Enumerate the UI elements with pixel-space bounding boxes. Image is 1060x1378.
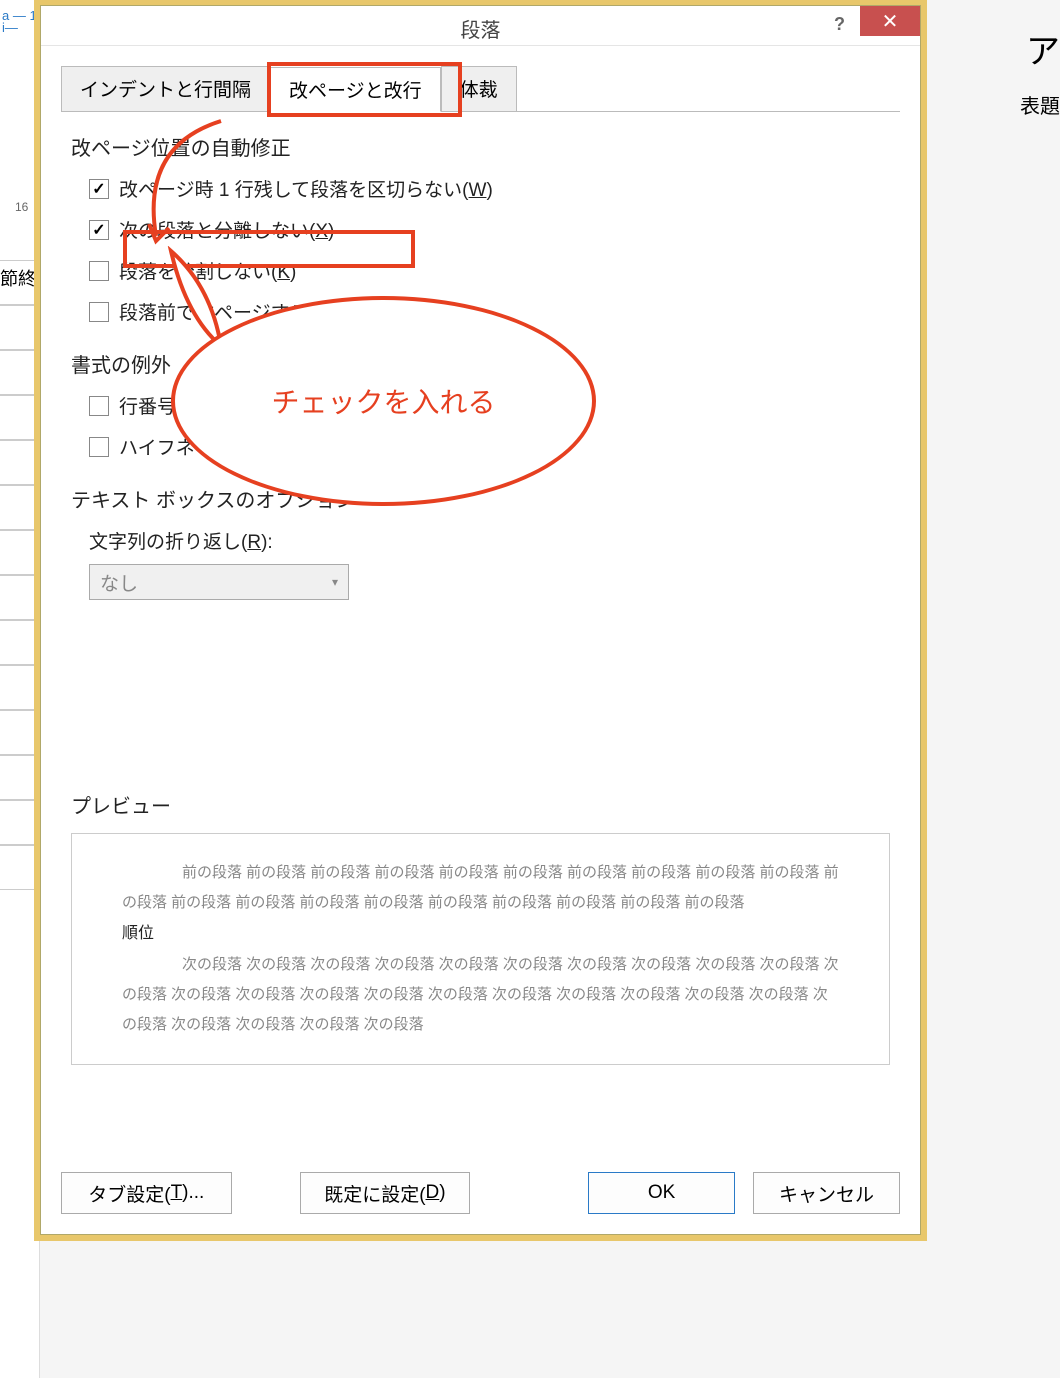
table-cell <box>0 395 40 440</box>
dropdown-value: なし <box>100 569 138 596</box>
ok-button[interactable]: OK <box>588 1172 735 1214</box>
checkbox-label: 改ページ時 1 行残して段落を区切らない(W) <box>119 175 493 202</box>
table-cell <box>0 440 40 485</box>
table-cell <box>0 305 40 350</box>
checkbox-label: 段落前で改ページする(B) <box>119 298 334 325</box>
background-left-panel: a — 1 i— 16 <box>0 0 40 1378</box>
button-row: タブ設定(T)... 既定に設定(D) OK キャンセル <box>61 1172 900 1214</box>
checkbox-keep-lines-together[interactable] <box>89 261 109 281</box>
dialog-title: 段落 <box>461 14 501 43</box>
section-textbox-options: テキスト ボックスのオプション 文字列の折り返し(R): なし ▾ <box>71 484 890 600</box>
table-cell <box>0 845 40 890</box>
checkbox-widow-orphan[interactable] <box>89 179 109 199</box>
checkbox-label: 次の段落と分離しない(X) <box>119 216 334 243</box>
close-button[interactable]: ✕ <box>860 6 920 36</box>
close-icon: ✕ <box>882 9 899 34</box>
table-cell <box>0 575 40 620</box>
checkbox-suppress-line-numbers[interactable] <box>89 396 109 416</box>
section-title-pagination: 改ページ位置の自動修正 <box>71 132 890 161</box>
background-text-left: 節終 <box>0 265 36 291</box>
tab-bar: インデントと行間隔 改ページと改行 体裁 <box>41 46 920 111</box>
preview-current-paragraph: 順位 <box>122 918 839 950</box>
table-cell <box>0 620 40 665</box>
titlebar: 段落 ? ✕ <box>41 6 920 46</box>
dropdown-label: 文字列の折り返し(R): <box>89 527 890 554</box>
ruler-number: 16 <box>15 200 28 214</box>
checkbox-page-break-before[interactable] <box>89 302 109 322</box>
table-cell <box>0 710 40 755</box>
section-preview: プレビュー 前の段落 前の段落 前の段落 前の段落 前の段落 前の段落 前の段落… <box>71 790 890 1065</box>
checkbox-label: ハイフネーションなし(D) <box>119 433 335 460</box>
paragraph-dialog: 段落 ? ✕ インデントと行間隔 改ページと改行 体裁 改ページ位置の自動修正 … <box>40 5 921 1235</box>
checkbox-label: 段落を分割しない(K) <box>119 257 296 284</box>
section-title-textbox: テキスト ボックスのオプション <box>71 484 890 513</box>
tab-page-line-breaks[interactable]: 改ページと改行 <box>270 67 441 112</box>
navigation-marker: a — 1 i— <box>2 10 39 34</box>
chevron-down-icon: ▾ <box>332 575 338 589</box>
tabs-settings-button[interactable]: タブ設定(T)... <box>61 1172 232 1214</box>
dialog-content: 改ページ位置の自動修正 改ページ時 1 行残して段落を区切らない(W) 次の段落… <box>41 112 920 1109</box>
table-cell <box>0 665 40 710</box>
help-icon[interactable]: ? <box>834 14 845 35</box>
section-pagination: 改ページ位置の自動修正 改ページ時 1 行残して段落を区切らない(W) 次の段落… <box>71 132 890 325</box>
table-cell <box>0 485 40 530</box>
tab-indent-spacing[interactable]: インデントと行間隔 <box>61 66 270 111</box>
checkbox-no-hyphenation[interactable] <box>89 437 109 457</box>
section-title-exceptions: 書式の例外 <box>71 349 890 378</box>
tab-typography[interactable]: 体裁 <box>441 66 517 111</box>
preview-next-paragraphs: 次の段落 次の段落 次の段落 次の段落 次の段落 次の段落 次の段落 次の段落 … <box>122 950 839 1040</box>
table-cell <box>0 530 40 575</box>
cancel-button[interactable]: キャンセル <box>753 1172 900 1214</box>
checkbox-keep-with-next[interactable] <box>89 220 109 240</box>
table-cell <box>0 755 40 800</box>
table-cell <box>0 800 40 845</box>
preview-prev-paragraphs: 前の段落 前の段落 前の段落 前の段落 前の段落 前の段落 前の段落 前の段落 … <box>122 858 839 918</box>
preview-box: 前の段落 前の段落 前の段落 前の段落 前の段落 前の段落 前の段落 前の段落 … <box>71 833 890 1065</box>
text-wrap-dropdown[interactable]: なし ▾ <box>89 564 349 600</box>
section-formatting-exceptions: 書式の例外 行番号を表示しない(S) ハイフネーションなし(D) <box>71 349 890 460</box>
checkbox-label: 行番号を表示しない(S) <box>119 392 315 419</box>
background-text-right2: 表題 <box>1020 90 1060 119</box>
table-cell <box>0 350 40 395</box>
set-default-button[interactable]: 既定に設定(D) <box>300 1172 471 1214</box>
background-text-right1: ア <box>1026 24 1060 73</box>
section-title-preview: プレビュー <box>71 790 890 819</box>
